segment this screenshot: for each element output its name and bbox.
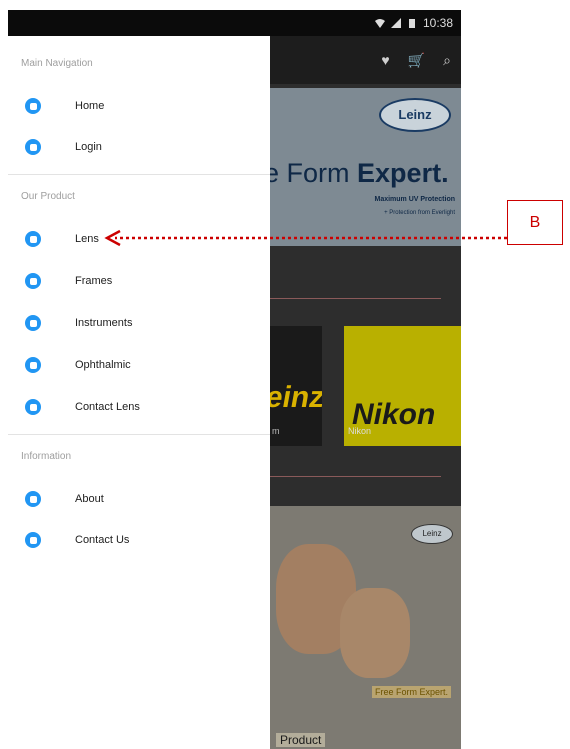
poster-tagline: Free Form Expert.: [371, 686, 451, 698]
navigation-drawer: Main Navigation Home Login Our Product L…: [8, 36, 270, 749]
nav-item-label: Lens: [75, 233, 99, 245]
section-divider: [270, 476, 441, 477]
annotation-label-box: B: [507, 200, 563, 245]
wifi-icon: [374, 19, 385, 28]
nav-item-contact-lens[interactable]: Contact Lens: [8, 389, 270, 425]
banner-subtitle: Maximum UV Protection: [374, 196, 455, 203]
section-title-main-navigation: Main Navigation: [21, 58, 93, 69]
brand-tile-leinz[interactable]: einz m: [270, 326, 322, 446]
nav-item-frames[interactable]: Frames: [8, 263, 270, 299]
person-image: [340, 588, 410, 678]
drawer-divider: [8, 174, 270, 175]
ophthalmic-icon: [25, 357, 41, 373]
battery-icon: [408, 19, 415, 28]
signal-icon: [390, 18, 401, 28]
brand-logo: Leinz: [379, 98, 451, 132]
nav-item-label: About: [75, 493, 104, 505]
nav-item-label: Home: [75, 100, 105, 112]
banner-tagline: e Form Expert.: [270, 158, 449, 188]
poster-footer: Product: [276, 733, 326, 747]
home-icon: [25, 98, 41, 114]
nav-item-home[interactable]: Home: [8, 88, 270, 124]
cart-icon[interactable]: 🛒: [408, 52, 425, 69]
banner-subtitle-2: + Protection from Everlight: [384, 210, 455, 216]
nav-item-instruments[interactable]: Instruments: [8, 305, 270, 341]
section-title-our-product: Our Product: [21, 191, 75, 202]
lens-icon: [25, 231, 41, 247]
section-divider: [270, 298, 441, 299]
phone-icon: [25, 532, 41, 548]
nav-item-label: Contact Us: [75, 534, 130, 546]
brand-tile-nikon[interactable]: Nikon Nikon: [344, 326, 461, 446]
nav-item-login[interactable]: Login: [8, 129, 270, 165]
frames-icon: [25, 273, 41, 289]
lock-icon: [25, 139, 41, 155]
nav-item-label: Login: [75, 141, 102, 153]
product-poster[interactable]: Leinz Free Form Expert. Product: [270, 506, 461, 749]
section-title-information: Information: [21, 451, 72, 462]
annotation-label: B: [529, 214, 541, 231]
nav-item-label: Contact Lens: [75, 401, 140, 413]
nav-item-ophthalmic[interactable]: Ophthalmic: [8, 347, 270, 383]
contact-lens-icon: [25, 399, 41, 415]
phone-screen: 10:38 ♥ 🛒 ⌕ Leinz e Form Expert. Maximum…: [8, 10, 461, 749]
nav-item-about[interactable]: About: [8, 481, 270, 517]
poster-logo: Leinz: [411, 524, 453, 544]
nav-item-label: Frames: [75, 275, 113, 287]
instruments-icon: [25, 315, 41, 331]
nav-item-label: Ophthalmic: [75, 359, 131, 371]
nav-item-contact-us[interactable]: Contact Us: [8, 522, 270, 558]
app-toolbar: ♥ 🛒 ⌕: [270, 36, 461, 84]
heart-icon[interactable]: ♥: [381, 52, 389, 69]
promo-banner: Leinz e Form Expert. Maximum UV Protecti…: [270, 88, 461, 246]
nav-item-lens[interactable]: Lens: [8, 221, 270, 257]
search-icon[interactable]: ⌕: [443, 52, 451, 69]
info-icon: [25, 491, 41, 507]
status-time: 10:38: [422, 16, 453, 30]
background-app: ♥ 🛒 ⌕ Leinz e Form Expert. Maximum UV Pr…: [270, 36, 461, 749]
nav-item-label: Instruments: [75, 317, 133, 329]
drawer-divider: [8, 434, 270, 435]
status-bar: 10:38: [8, 10, 461, 36]
